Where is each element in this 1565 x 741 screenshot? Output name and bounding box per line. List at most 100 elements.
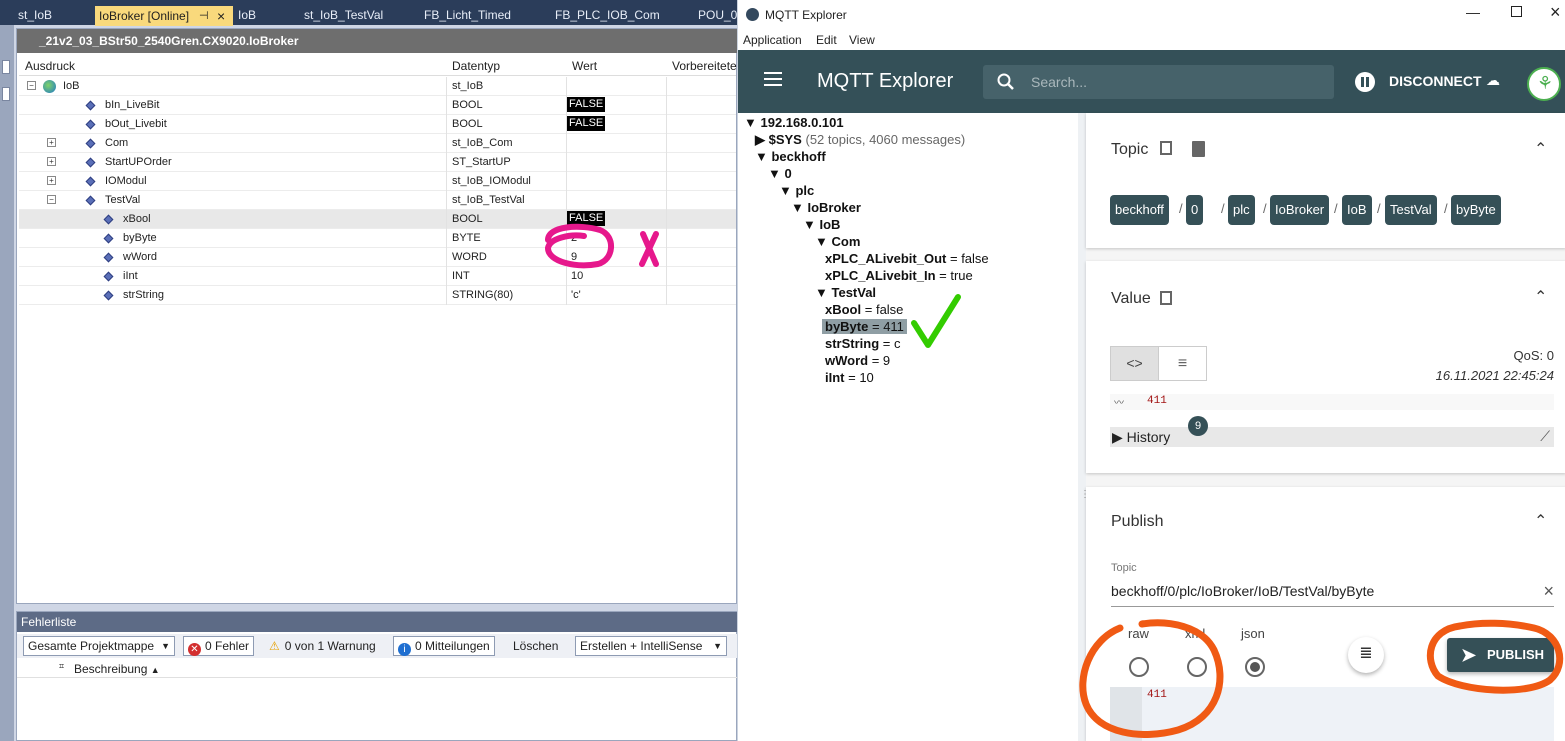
tree-node-iobroker[interactable]: ▼ IoBroker [791, 200, 861, 215]
col-beschreibung[interactable]: Beschreibung ▲ [74, 662, 160, 676]
expand-icon[interactable]: + [47, 138, 56, 147]
publish-topic-input[interactable]: beckhoff/0/plc/IoBroker/IoB/TestVal/byBy… [1111, 583, 1374, 599]
value-cell[interactable]: 2 [571, 232, 577, 244]
menu-view[interactable]: View [849, 33, 875, 47]
search-input[interactable]: Search... [1031, 74, 1087, 90]
topic-chip[interactable]: IoB [1342, 195, 1372, 225]
publish-button[interactable]: ➤ PUBLISH [1447, 638, 1554, 672]
tab-st-iob[interactable]: st_IoB [14, 5, 56, 25]
topic-chip[interactable]: beckhoff [1110, 195, 1169, 225]
tab-st-iob-testval[interactable]: st_IoB_TestVal [300, 5, 387, 25]
topic-chip[interactable]: IoBroker [1270, 195, 1330, 225]
watch-row[interactable]: − TestVal st_IoB_TestVal [19, 191, 736, 210]
raw-view-toggle[interactable]: ≡ [1158, 346, 1207, 381]
watch-row[interactable]: bOut_Livebit BOOL FALSE [19, 115, 736, 134]
close-window-icon[interactable]: × [1550, 2, 1561, 23]
hamburger-menu-icon[interactable] [764, 72, 782, 86]
close-icon[interactable]: × [217, 6, 225, 26]
tree-leaf[interactable]: strString = c [825, 336, 901, 351]
value-cell[interactable]: FALSE [567, 97, 606, 112]
expand-icon[interactable]: + [47, 157, 56, 166]
tree-leaf[interactable]: iInt = 10 [825, 370, 874, 385]
tree-node-0[interactable]: ▼ 0 [768, 166, 792, 181]
strip-button[interactable] [2, 87, 10, 101]
tab-fb-licht-timed[interactable]: FB_Licht_Timed [420, 5, 515, 25]
collapse-icon[interactable]: ⌃ [1534, 139, 1547, 159]
topic-chip[interactable]: byByte [1451, 195, 1501, 225]
col-wert[interactable]: Wert [572, 59, 597, 73]
expand-icon[interactable]: + [47, 176, 56, 185]
watch-row[interactable]: + IOModul st_IoB_IOModul [19, 172, 736, 191]
format-xml-radio[interactable] [1187, 657, 1207, 677]
value-cell[interactable]: 10 [571, 270, 583, 282]
tab-iob[interactable]: IoB [234, 5, 260, 25]
format-raw-radio[interactable] [1129, 657, 1149, 677]
tree-leaf-selected[interactable]: byByte = 411 [822, 319, 907, 334]
messages-filter-button[interactable]: i 0 Mitteilungen [393, 636, 495, 656]
format-text-button[interactable]: ≣ [1348, 637, 1384, 673]
watch-row[interactable]: wWord WORD 9 [19, 248, 736, 267]
errors-filter-button[interactable]: ✕ 0 Fehler [183, 636, 255, 656]
copy-icon[interactable] [1160, 141, 1172, 155]
clear-button[interactable]: Löschen [513, 639, 558, 653]
tree-node-plc[interactable]: ▼ plc [779, 183, 814, 198]
watch-row[interactable]: − IoB st_IoB [19, 77, 736, 96]
disconnect-button[interactable]: DISCONNECT [1389, 73, 1482, 89]
col-vorbereiteter[interactable]: Vorbereiteter [672, 59, 737, 73]
avatar[interactable]: ⚘ [1527, 67, 1561, 101]
publish-payload-editor[interactable]: 411 [1110, 687, 1554, 741]
tree-node-beckhoff[interactable]: ▼ beckhoff [755, 149, 826, 164]
maximize-icon[interactable] [1511, 6, 1522, 17]
strip-button[interactable] [2, 60, 10, 74]
copy-icon[interactable] [1160, 291, 1172, 305]
pause-icon[interactable] [1355, 72, 1375, 92]
watch-row[interactable]: strString STRING(80) 'c' [19, 286, 736, 305]
filter-icon[interactable]: ⌗ [59, 661, 64, 672]
tree-node-iob[interactable]: ▼ IoB [803, 217, 840, 232]
menu-application[interactable]: Application [743, 33, 802, 47]
topic-chip[interactable]: plc [1228, 195, 1255, 225]
publish-topic-field[interactable]: beckhoff/0/plc/IoBroker/IoB/TestVal/byBy… [1111, 579, 1554, 607]
code-view-toggle[interactable]: <> [1110, 346, 1159, 381]
scope-dropdown[interactable]: Gesamte Projektmappe ▼ [23, 636, 175, 656]
minimize-icon[interactable]: — [1466, 4, 1480, 20]
chart-icon[interactable]: 〰 [1114, 394, 1124, 409]
trend-icon[interactable]: ⟋ [1540, 428, 1550, 445]
tree-node-host[interactable]: ▼ 192.168.0.101 [744, 115, 844, 130]
build-filter-dropdown[interactable]: Erstellen + IntelliSense ▼ [575, 636, 727, 656]
value-cell[interactable]: FALSE [567, 211, 606, 226]
watch-row[interactable]: + Com st_IoB_Com [19, 134, 736, 153]
pane-splitter[interactable]: ⋮ [1078, 113, 1090, 741]
tree-leaf[interactable]: xBool = false [825, 302, 903, 317]
delete-icon[interactable] [1192, 141, 1205, 157]
col-ausdruck[interactable]: Ausdruck [25, 59, 75, 73]
tree-leaf[interactable]: xPLC_ALivebit_In = true [825, 268, 973, 283]
topic-chip[interactable]: TestVal [1385, 195, 1437, 225]
tab-pou-01[interactable]: POU_01 [694, 5, 737, 25]
tree-node-com[interactable]: ▼ Com [815, 234, 860, 249]
watch-row[interactable]: bIn_LiveBit BOOL FALSE [19, 96, 736, 115]
col-datentyp[interactable]: Datentyp [452, 59, 500, 73]
watch-row[interactable]: xBool BOOL FALSE [19, 210, 736, 229]
payload-text[interactable]: 411 [1147, 689, 1167, 701]
watch-row[interactable]: byByte BYTE 2 [19, 229, 736, 248]
tree-leaf[interactable]: xPLC_ALivebit_Out = false [825, 251, 989, 266]
collapse-icon[interactable]: ⌃ [1534, 287, 1547, 307]
pin-icon[interactable]: ⊣ [199, 6, 209, 26]
collapse-icon[interactable]: ⌃ [1534, 511, 1547, 531]
history-bar[interactable]: ▶ History 9 ⟋ [1110, 416, 1554, 447]
watch-row[interactable]: + StartUPOrder ST_StartUP [19, 153, 736, 172]
clear-icon[interactable]: × [1543, 581, 1554, 602]
topic-chip[interactable]: 0 [1186, 195, 1204, 225]
watch-row[interactable]: iInt INT 10 [19, 267, 736, 286]
search-box[interactable]: Search... [983, 65, 1334, 99]
tree-leaf[interactable]: wWord = 9 [825, 353, 890, 368]
tree-node-testval[interactable]: ▼ TestVal [815, 285, 876, 300]
tab-fb-plc-iob-com[interactable]: FB_PLC_IOB_Com [551, 5, 664, 25]
format-json-radio[interactable] [1245, 657, 1265, 677]
collapse-icon[interactable]: − [27, 81, 36, 90]
warnings-filter-button[interactable]: ⚠ 0 von 1 Warnung [269, 639, 376, 653]
value-cell[interactable]: 9 [571, 251, 577, 263]
value-cell[interactable]: 'c' [571, 289, 581, 301]
collapse-icon[interactable]: − [47, 195, 56, 204]
